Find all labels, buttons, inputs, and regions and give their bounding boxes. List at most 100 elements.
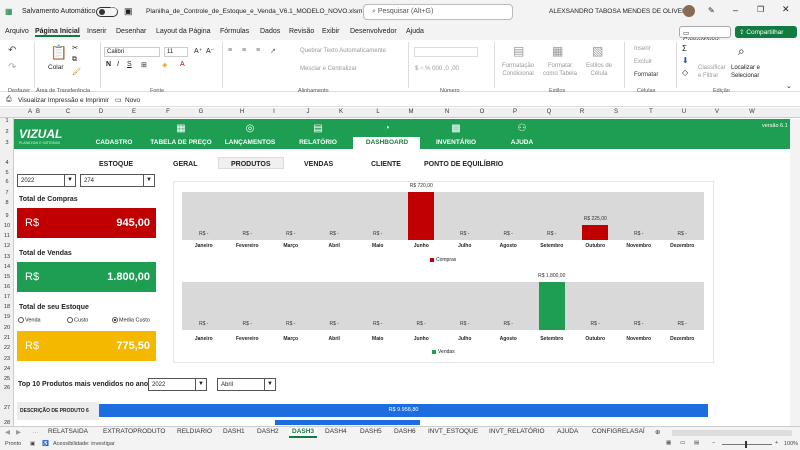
row-header[interactable]: 6: [0, 179, 14, 185]
nav-dashboard-label[interactable]: DASHBOARD: [355, 139, 419, 146]
sheet-tab[interactable]: EXTRATOPRODUTO: [103, 428, 165, 435]
more-sheets-icon[interactable]: …: [32, 428, 39, 435]
accessibility-icon[interactable]: ♿: [42, 441, 49, 447]
find-select-button[interactable]: Localizar e Selecionar: [731, 64, 767, 80]
menu-ajuda[interactable]: Ajuda: [406, 28, 424, 35]
subtab-vendas[interactable]: VENDAS: [304, 161, 333, 168]
column-header[interactable]: S: [606, 109, 626, 115]
copy-icon[interactable]: ⧉: [72, 56, 77, 64]
row-header[interactable]: 5: [0, 170, 14, 176]
italic-icon[interactable]: I: [117, 61, 119, 68]
number-format-select[interactable]: [414, 47, 478, 57]
row-header[interactable]: 11: [0, 233, 14, 239]
add-sheet-icon[interactable]: ⊕: [655, 428, 660, 436]
column-header[interactable]: M: [401, 109, 421, 115]
menu-desenhar[interactable]: Desenhar: [116, 28, 146, 35]
status-accessibility[interactable]: Acessibilidade: investigar: [53, 441, 115, 447]
radio-venda[interactable]: Venda: [18, 317, 41, 323]
cut-icon[interactable]: ✂: [72, 44, 78, 52]
row-header[interactable]: 2: [0, 129, 14, 135]
menu-exibir[interactable]: Exibir: [322, 28, 340, 35]
menu-pagina-inicial[interactable]: Página Inicial: [35, 28, 80, 37]
top10-month-select[interactable]: Abril ▼: [217, 378, 276, 391]
format-painter-icon[interactable]: 🖌: [72, 68, 81, 76]
menu-inserir[interactable]: Inserir: [87, 28, 106, 35]
nav-ajuda-label[interactable]: AJUDA: [502, 139, 542, 146]
nav-tabela-preco-label[interactable]: TABELA DE PREÇO: [146, 139, 216, 146]
nav-lancamentos-label[interactable]: LANÇAMENTOS: [220, 139, 280, 146]
bold-icon[interactable]: N: [106, 61, 111, 68]
format-button[interactable]: Formatar: [634, 72, 658, 78]
menu-arquivo[interactable]: Arquivo: [5, 28, 29, 35]
zoom-slider[interactable]: [722, 444, 772, 445]
year-select[interactable]: 2022 ▼: [17, 174, 76, 187]
column-header[interactable]: C: [58, 109, 78, 115]
row-header[interactable]: 18: [0, 304, 14, 310]
menu-revisao[interactable]: Revisão: [289, 28, 314, 35]
column-header[interactable]: J: [298, 109, 318, 115]
row-header[interactable]: 4: [0, 160, 14, 166]
delete-button[interactable]: Excluir: [634, 59, 652, 65]
redo-icon[interactable]: ↷: [8, 62, 16, 73]
nav-cadastro-label[interactable]: CADASTRO: [89, 139, 139, 146]
column-header[interactable]: U: [674, 109, 694, 115]
column-header[interactable]: B: [28, 109, 48, 115]
subtab-produtos[interactable]: PRODUTOS: [231, 161, 271, 168]
product-select[interactable]: 274 ▼: [80, 174, 155, 187]
row-header[interactable]: 10: [0, 223, 14, 229]
format-table-label[interactable]: Formatar como Tabela: [540, 62, 580, 78]
clear-icon[interactable]: ◇: [682, 68, 688, 77]
row-header[interactable]: 14: [0, 264, 14, 270]
subtab-cliente[interactable]: CLIENTE: [371, 161, 401, 168]
sheet-scroll-left-icon[interactable]: ◀: [5, 428, 10, 436]
row-header[interactable]: 3: [0, 140, 14, 146]
vertical-scrollbar[interactable]: [790, 119, 800, 426]
fill-color-icon[interactable]: ◈: [162, 61, 167, 69]
row-header[interactable]: 9: [0, 213, 14, 219]
print-preview-button[interactable]: Visualizar Impressão e Imprimir: [18, 97, 109, 104]
font-color-icon[interactable]: A: [180, 61, 185, 68]
avatar[interactable]: [683, 5, 695, 17]
column-header[interactable]: E: [124, 109, 144, 115]
column-header[interactable]: D: [91, 109, 111, 115]
row-header[interactable]: 24: [0, 366, 14, 372]
zoom-level[interactable]: 100%: [784, 441, 798, 447]
radio-custo[interactable]: Custo: [67, 317, 88, 323]
close-icon[interactable]: ✕: [782, 4, 790, 15]
wrap-text-button[interactable]: Quebrar Texto Automaticamente: [300, 48, 386, 54]
radio-venda-circle[interactable]: [18, 317, 24, 323]
zoom-out-icon[interactable]: −: [712, 440, 715, 446]
column-header[interactable]: H: [232, 109, 252, 115]
row-header[interactable]: 1: [0, 118, 14, 124]
row-header[interactable]: 12: [0, 243, 14, 249]
comments-button[interactable]: ▭ Comentários: [679, 26, 731, 44]
font-shrink-icon[interactable]: A⁻: [206, 47, 214, 55]
sheet-tab-active[interactable]: DASH3: [289, 428, 318, 438]
sheet-scroll-right-icon[interactable]: ▶: [16, 428, 21, 436]
sheet-tab[interactable]: DASH5: [360, 428, 382, 435]
sheet-tab[interactable]: AJUDA: [557, 428, 578, 435]
cell-styles-label[interactable]: Estilos de Célula: [582, 62, 616, 78]
column-header[interactable]: W: [742, 109, 762, 115]
font-grow-icon[interactable]: A⁺: [194, 47, 202, 55]
sheet-tab[interactable]: CONFIGRELASAÍ: [592, 428, 645, 435]
sheet-tab[interactable]: RELDIARIO: [177, 428, 212, 435]
menu-desenvolvedor[interactable]: Desenvolvedor: [350, 28, 397, 35]
sheet-tab[interactable]: INVT_ESTOQUE: [428, 428, 478, 435]
row-header[interactable]: 16: [0, 284, 14, 290]
row-header[interactable]: 8: [0, 200, 14, 206]
sheet-tab[interactable]: DASH1: [223, 428, 245, 435]
column-header[interactable]: O: [472, 109, 492, 115]
nav-relatorio-label[interactable]: RELATÓRIO: [293, 139, 343, 146]
find-icon[interactable]: ⌕: [738, 44, 745, 59]
row-header[interactable]: 21: [0, 335, 14, 341]
number-format-icons[interactable]: $ ~ % 000 ,0 ,00: [415, 66, 459, 72]
paste-label[interactable]: Colar: [48, 64, 64, 71]
row-header[interactable]: 13: [0, 254, 14, 260]
underline-icon[interactable]: S: [127, 61, 132, 68]
row-header[interactable]: 17: [0, 294, 14, 300]
column-header[interactable]: L: [368, 109, 388, 115]
macro-record-icon[interactable]: ▣: [30, 441, 35, 447]
align-bottom-icon[interactable]: ≡: [256, 47, 260, 54]
menu-layout[interactable]: Layout da Página: [156, 28, 211, 35]
